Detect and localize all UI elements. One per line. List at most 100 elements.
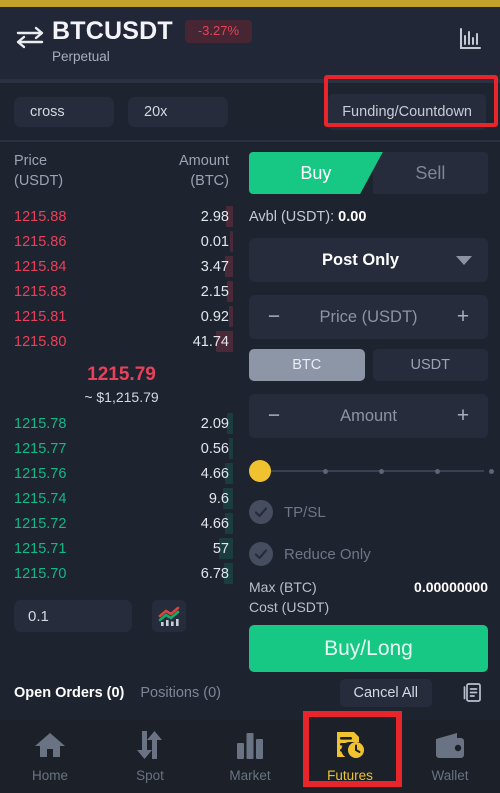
order-book-row[interactable]: 1215.71 57: [0, 536, 243, 561]
order-book-amount: 2.09: [200, 415, 229, 432]
amount-input[interactable]: Amount: [283, 407, 454, 426]
nav-item-market[interactable]: Market: [200, 727, 300, 783]
tab-sell[interactable]: Sell: [372, 152, 488, 194]
order-book-amount: 0.92: [200, 308, 229, 325]
cost-row: Cost (USDT): [249, 599, 488, 615]
order-book-amount: 6.78: [200, 565, 229, 582]
order-book-amount: 41.74: [192, 333, 229, 350]
top-accent-strip: [0, 0, 500, 7]
order-book-price: 1215.81: [14, 308, 67, 325]
order-book-row[interactable]: 1215.74 9.6: [0, 486, 243, 511]
reduce-only-checkbox-row[interactable]: Reduce Only: [249, 542, 488, 566]
order-history-icon[interactable]: [460, 680, 486, 706]
order-book-row[interactable]: 1215.70 6.78: [0, 561, 243, 586]
price-increment-button[interactable]: +: [454, 305, 472, 329]
swap-pair-icon[interactable]: [14, 17, 48, 49]
futures-clock-doc-icon: [333, 727, 367, 763]
order-book-amount: 2.15: [200, 283, 229, 300]
order-book-row[interactable]: 1215.78 2.09: [0, 411, 243, 436]
last-price-block: 1215.79 ~ $1,215.79: [0, 354, 243, 409]
order-book-row[interactable]: 1215.81 0.92: [0, 304, 243, 329]
order-book-amount: 0.01: [200, 233, 229, 250]
col-header-price-2: (USDT): [14, 172, 64, 189]
price-input-row[interactable]: − Price (USDT) +: [249, 295, 488, 339]
nav-item-futures[interactable]: Futures: [300, 727, 400, 783]
nav-item-home[interactable]: Home: [0, 727, 100, 783]
orders-bar: Open Orders (0) Positions (0) Cancel All: [0, 672, 500, 714]
trade-form: Buy Sell Avbl (USDT): 0.00 Post Only − P…: [243, 142, 500, 672]
tpsl-label: TP/SL: [284, 503, 326, 521]
depth-bar: [229, 306, 233, 328]
order-book-row[interactable]: 1215.72 4.66: [0, 511, 243, 536]
order-book-row[interactable]: 1215.77 0.56: [0, 436, 243, 461]
bid-rows: 1215.78 2.09 1215.77 0.56 1215.76 4.66 1215.74…: [0, 411, 243, 586]
chevron-down-icon: [456, 255, 472, 265]
order-book-row[interactable]: 1215.86 0.01: [0, 229, 243, 254]
order-book-price: 1215.76: [14, 465, 67, 482]
tab-positions[interactable]: Positions (0): [140, 685, 221, 701]
depth-bar: [230, 231, 233, 253]
price-input[interactable]: Price (USDT): [283, 308, 454, 327]
swap-arrows-icon: [134, 727, 166, 763]
currency-usdt-button[interactable]: USDT: [372, 349, 488, 381]
amount-input-row[interactable]: − Amount +: [249, 394, 488, 438]
tab-open-orders[interactable]: Open Orders (0): [14, 685, 124, 701]
order-book-amount: 2.98: [200, 208, 229, 225]
order-book-header: Price (USDT) Amount (BTC): [0, 152, 243, 191]
available-value: 0.00: [338, 209, 367, 225]
slider-tick: [323, 468, 328, 474]
tick-size-select[interactable]: 0.1: [14, 600, 132, 633]
margin-mode-button[interactable]: cross: [14, 96, 114, 127]
price-decrement-button[interactable]: −: [265, 305, 283, 329]
reduce-only-label: Reduce Only: [284, 545, 371, 563]
order-book: Price (USDT) Amount (BTC) 1215.88 2.98 121…: [0, 142, 243, 672]
currency-btc-button[interactable]: BTC: [249, 349, 365, 381]
order-book-row[interactable]: 1215.88 2.98: [0, 204, 243, 229]
leverage-button[interactable]: 20x: [128, 96, 228, 127]
last-price: 1215.79: [87, 364, 156, 386]
nav-item-spot[interactable]: Spot: [100, 727, 200, 783]
depth-bar: [229, 438, 233, 460]
order-book-price: 1215.83: [14, 283, 67, 300]
check-icon[interactable]: [249, 542, 273, 566]
order-type-value: Post Only: [321, 250, 399, 269]
order-book-price: 1215.74: [14, 490, 67, 507]
slider-track: [259, 470, 484, 472]
check-icon[interactable]: [249, 500, 273, 524]
slider-tick: [489, 468, 494, 474]
buy-long-button[interactable]: Buy/Long: [249, 625, 488, 672]
main-content: Price (USDT) Amount (BTC) 1215.88 2.98 121…: [0, 142, 500, 672]
amount-decrement-button[interactable]: −: [265, 404, 283, 428]
order-type-select[interactable]: Post Only: [249, 238, 488, 282]
candlestick-depth-icon[interactable]: [152, 600, 186, 633]
order-book-amount: 4.66: [200, 515, 229, 532]
order-book-row[interactable]: 1215.84 3.47: [0, 254, 243, 279]
order-book-row[interactable]: 1215.80 41.74: [0, 329, 243, 354]
home-icon: [33, 727, 67, 763]
symbol-block[interactable]: BTCUSDT -3.27% Perpetual: [48, 17, 456, 64]
bar-chart-icon[interactable]: [456, 25, 486, 55]
tab-buy[interactable]: Buy: [249, 152, 383, 194]
order-book-footer: 0.1: [0, 586, 243, 633]
available-label: Avbl (USDT):: [249, 209, 335, 225]
order-book-row[interactable]: 1215.76 4.66: [0, 461, 243, 486]
order-book-amount: 9.6: [208, 490, 229, 507]
contract-type-label: Perpetual: [52, 49, 110, 64]
order-book-price: 1215.77: [14, 440, 67, 457]
nav-label: Home: [31, 768, 68, 783]
order-book-price: 1215.86: [14, 233, 67, 250]
amount-percent-slider[interactable]: [249, 460, 494, 482]
tpsl-checkbox-row[interactable]: TP/SL: [249, 500, 488, 524]
order-book-price: 1215.71: [14, 540, 67, 557]
page-title: BTCUSDT: [52, 17, 173, 45]
order-book-amount: 3.47: [200, 258, 229, 275]
leverage-bar: cross 20x Funding/Countdown: [0, 75, 500, 140]
slider-knob[interactable]: [249, 460, 271, 482]
nav-item-wallet[interactable]: Wallet: [400, 727, 500, 783]
bars-icon: [234, 727, 266, 763]
amount-increment-button[interactable]: +: [454, 404, 472, 428]
funding-countdown-button[interactable]: Funding/Countdown: [328, 93, 486, 130]
cancel-all-button[interactable]: Cancel All: [339, 679, 432, 707]
order-book-row[interactable]: 1215.83 2.15: [0, 279, 243, 304]
currency-toggle: BTC USDT: [249, 349, 488, 381]
